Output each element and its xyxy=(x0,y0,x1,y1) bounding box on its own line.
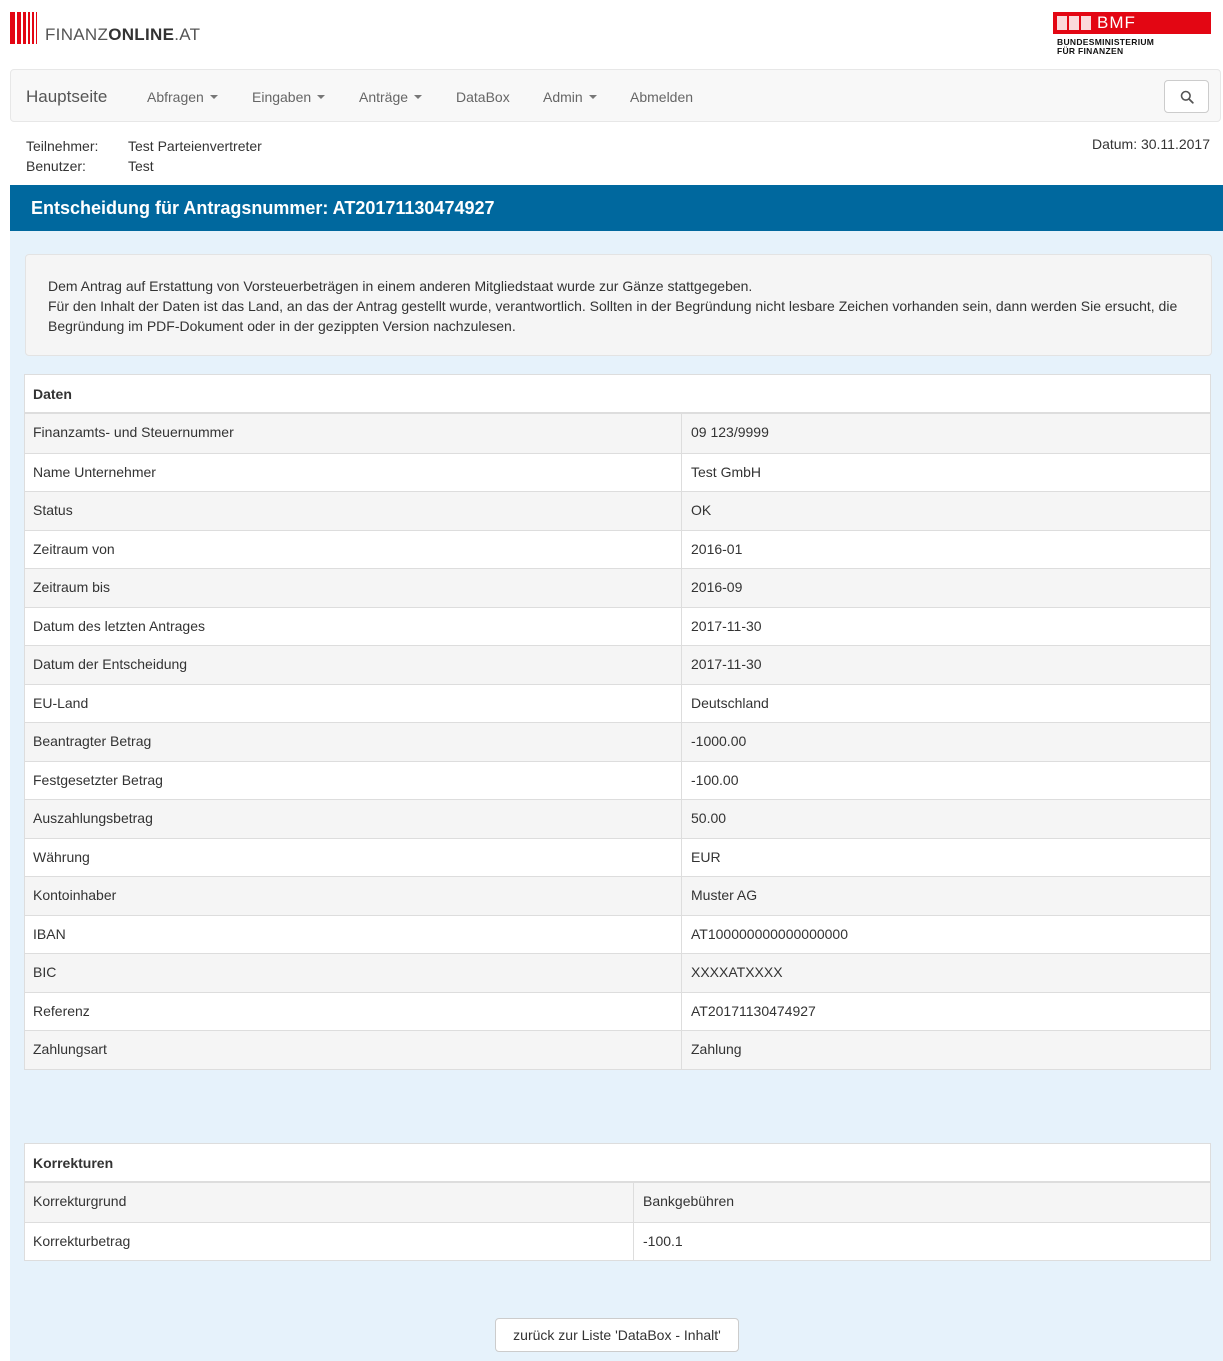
table-row: Auszahlungsbetrag 50.00 xyxy=(25,799,1210,838)
row-value: Zahlung xyxy=(691,1041,742,1057)
table-row: Zeitraum von 2016-01 xyxy=(25,529,1210,568)
table-row: BIC XXXXATXXXX xyxy=(25,953,1210,992)
daten-table: Daten Finanzamts- und Steuernummer 09 123… xyxy=(24,374,1211,1070)
row-label: Währung xyxy=(25,838,682,876)
bmf-text: BMF xyxy=(1097,13,1136,32)
page-title: Entscheidung für Antragsnummer: AT201711… xyxy=(31,198,495,218)
row-label: Zahlungsart xyxy=(25,1031,682,1069)
row-value: -100.1 xyxy=(643,1232,683,1249)
caret-down-icon xyxy=(209,95,218,100)
table-row: Korrekturgrund Bankgebühren xyxy=(25,1183,1210,1222)
nav-item-antraege[interactable]: Anträge xyxy=(359,89,423,105)
finanzonline-logo[interactable]: FINANZONLINE.AT xyxy=(10,12,200,44)
row-label: Datum der Entscheidung xyxy=(25,646,682,684)
caret-down-icon xyxy=(588,95,597,100)
nav-item-abfragen[interactable]: Abfragen xyxy=(147,89,218,105)
page-header: FINANZONLINE.AT BMF BUNDESMINISTERIUM FÜ… xyxy=(0,0,1223,68)
row-label: Status xyxy=(25,492,682,530)
row-value: Bankgebühren xyxy=(643,1193,735,1209)
row-label: Festgesetzter Betrag xyxy=(25,761,682,799)
eagle-icon xyxy=(1057,16,1091,30)
benutzer-label: Benutzer: xyxy=(26,158,86,174)
row-value: -1000.00 xyxy=(691,733,747,749)
search-icon xyxy=(1180,90,1194,104)
main-content: Dem Antrag auf Erstattung von Vorsteuerb… xyxy=(10,231,1223,1361)
row-label: EU-Land xyxy=(25,684,682,722)
row-label: Zeitraum bis xyxy=(25,569,682,607)
notice-line-2: Für den Inhalt der Daten ist das Land, a… xyxy=(48,298,1178,334)
teilnehmer-value: Test Parteienvertreter xyxy=(128,138,262,154)
main-navbar: Hauptseite Abfragen Eingaben Anträge Dat… xyxy=(10,69,1221,122)
page-title-bar: Entscheidung für Antragsnummer: AT201711… xyxy=(10,185,1223,231)
row-value: 50.00 xyxy=(691,810,727,826)
korrekturen-heading: Korrekturen xyxy=(25,1144,1210,1183)
row-label: Datum des letzten Antrages xyxy=(25,607,682,645)
row-value: XXXXATXXXX xyxy=(691,964,783,980)
table-row: Status OK xyxy=(25,491,1210,530)
row-label: BIC xyxy=(25,954,682,992)
table-row: EU-Land Deutschland xyxy=(25,683,1210,722)
search-button[interactable] xyxy=(1164,80,1209,113)
table-row: IBAN AT100000000000000000 xyxy=(25,914,1210,953)
row-value: 09 123/9999 xyxy=(691,424,769,440)
row-label: Beantragter Betrag xyxy=(25,723,682,761)
row-value: Deutschland xyxy=(691,694,769,711)
nav-item-databox[interactable]: DataBox xyxy=(456,89,510,105)
table-row: Zahlungsart Zahlung xyxy=(25,1030,1210,1069)
row-label: Zeitraum von xyxy=(25,530,682,568)
teilnehmer-label: Teilnehmer: xyxy=(26,138,99,154)
row-value: 2016-01 xyxy=(691,540,743,557)
row-label: Auszahlungsbetrag xyxy=(25,800,682,838)
row-value: Muster AG xyxy=(691,887,758,903)
row-label: Korrekturbetrag xyxy=(25,1222,634,1260)
benutzer-value: Test xyxy=(128,158,154,174)
row-value: 2017-11-30 xyxy=(691,617,762,634)
nav-item-admin[interactable]: Admin xyxy=(543,89,597,105)
table-row: Beantragter Betrag -1000.00 xyxy=(25,722,1210,761)
logo-bars-icon xyxy=(10,12,39,44)
row-label: Kontoinhaber xyxy=(25,877,682,915)
caret-down-icon xyxy=(414,95,423,100)
bmf-logo[interactable]: BMF BUNDESMINISTERIUM FÜR FINANZEN xyxy=(1053,12,1211,58)
row-value: 2017-11-30 xyxy=(691,656,762,672)
table-row: Referenz AT20171130474927 xyxy=(25,991,1210,1030)
row-value: 2016-09 xyxy=(691,579,743,595)
row-label: IBAN xyxy=(25,915,682,953)
table-row: Finanzamts- und Steuernummer 09 123/9999 xyxy=(25,414,1210,453)
row-label: Korrekturgrund xyxy=(25,1183,634,1222)
logo-wordmark: FINANZONLINE.AT xyxy=(45,25,201,44)
caret-down-icon xyxy=(317,95,326,100)
nav-item-abmelden[interactable]: Abmelden xyxy=(630,89,693,105)
row-value: Test GmbH xyxy=(691,463,762,480)
table-row: Zeitraum bis 2016-09 xyxy=(25,568,1210,607)
row-value: AT20171130474927 xyxy=(691,1002,816,1019)
notice-box: Dem Antrag auf Erstattung von Vorsteuerb… xyxy=(25,254,1212,356)
row-label: Finanzamts- und Steuernummer xyxy=(25,414,682,453)
table-row: Name Unternehmer Test GmbH xyxy=(25,452,1210,491)
daten-heading: Daten xyxy=(25,375,1210,414)
table-row: Währung EUR xyxy=(25,837,1210,876)
current-date: Datum: 30.11.2017 xyxy=(1091,136,1210,152)
notice-line-1: Dem Antrag auf Erstattung von Vorsteuerb… xyxy=(48,278,753,294)
back-to-databox-button[interactable]: zurück zur Liste 'DataBox - Inhalt' xyxy=(495,1318,739,1352)
row-value: OK xyxy=(691,502,712,518)
korrekturen-table: Korrekturen Korrekturgrund Bankgebühren Ko… xyxy=(24,1143,1211,1261)
row-value: AT100000000000000000 xyxy=(691,925,849,942)
row-label: Name Unternehmer xyxy=(25,453,682,491)
table-row: Festgesetzter Betrag -100.00 xyxy=(25,760,1210,799)
nav-brand-hauptseite[interactable]: Hauptseite xyxy=(26,87,107,107)
bmf-subtitle: BUNDESMINISTERIUM FÜR FINANZEN xyxy=(1057,37,1155,56)
nav-item-eingaben[interactable]: Eingaben xyxy=(252,89,326,105)
row-value: EUR xyxy=(691,848,721,865)
user-info: Teilnehmer: Test Parteienvertreter Benutz… xyxy=(26,136,262,176)
table-row: Kontoinhaber Muster AG xyxy=(25,876,1210,915)
row-value: -100.00 xyxy=(691,771,739,788)
table-row: Datum des letzten Antrages 2017-11-30 xyxy=(25,606,1210,645)
row-label: Referenz xyxy=(25,992,682,1030)
table-row: Korrekturbetrag -100.1 xyxy=(25,1221,1210,1260)
table-row: Datum der Entscheidung 2017-11-30 xyxy=(25,645,1210,684)
